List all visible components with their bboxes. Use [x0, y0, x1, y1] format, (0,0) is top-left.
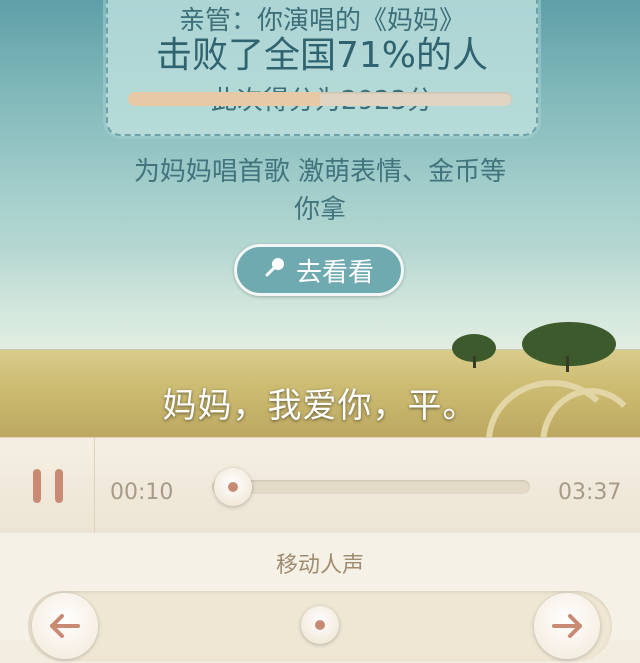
- current-time: 00:10: [110, 480, 174, 505]
- voice-left-button[interactable]: [32, 593, 98, 659]
- microphone-icon: [264, 255, 286, 285]
- promo-text-line2: 你拿: [293, 195, 346, 225]
- progress-slider[interactable]: [212, 480, 530, 494]
- go-see-label: 去看看: [295, 257, 374, 288]
- total-time: 03:37: [558, 480, 622, 505]
- lyric-line: 妈妈，我爱你，平。: [162, 386, 478, 426]
- promo-text-line1: 为妈妈唱首歌 激萌表情、金币等: [133, 157, 507, 187]
- voice-offset-handle[interactable]: [301, 606, 339, 644]
- voice-panel-title: 移动人声: [275, 553, 364, 578]
- go-see-button[interactable]: 去看看: [234, 244, 404, 296]
- pause-icon: [33, 469, 41, 503]
- progress-handle[interactable]: [213, 468, 252, 506]
- result-card: 亲管：你演唱的《妈妈》 击败了全国71%的人 此次得分为2923分: [106, 0, 538, 136]
- arrow-left-icon: [50, 614, 80, 638]
- result-rank-line: 击败了全国71%的人: [155, 35, 489, 76]
- voice-offset-slider[interactable]: [128, 92, 512, 106]
- pause-button[interactable]: [0, 438, 95, 533]
- playback-bar: 00:10 03:37: [0, 437, 640, 534]
- arrow-right-icon: [552, 614, 582, 638]
- voice-right-button[interactable]: [534, 593, 600, 659]
- voice-offset-fill: [128, 92, 320, 106]
- tree: [522, 322, 616, 366]
